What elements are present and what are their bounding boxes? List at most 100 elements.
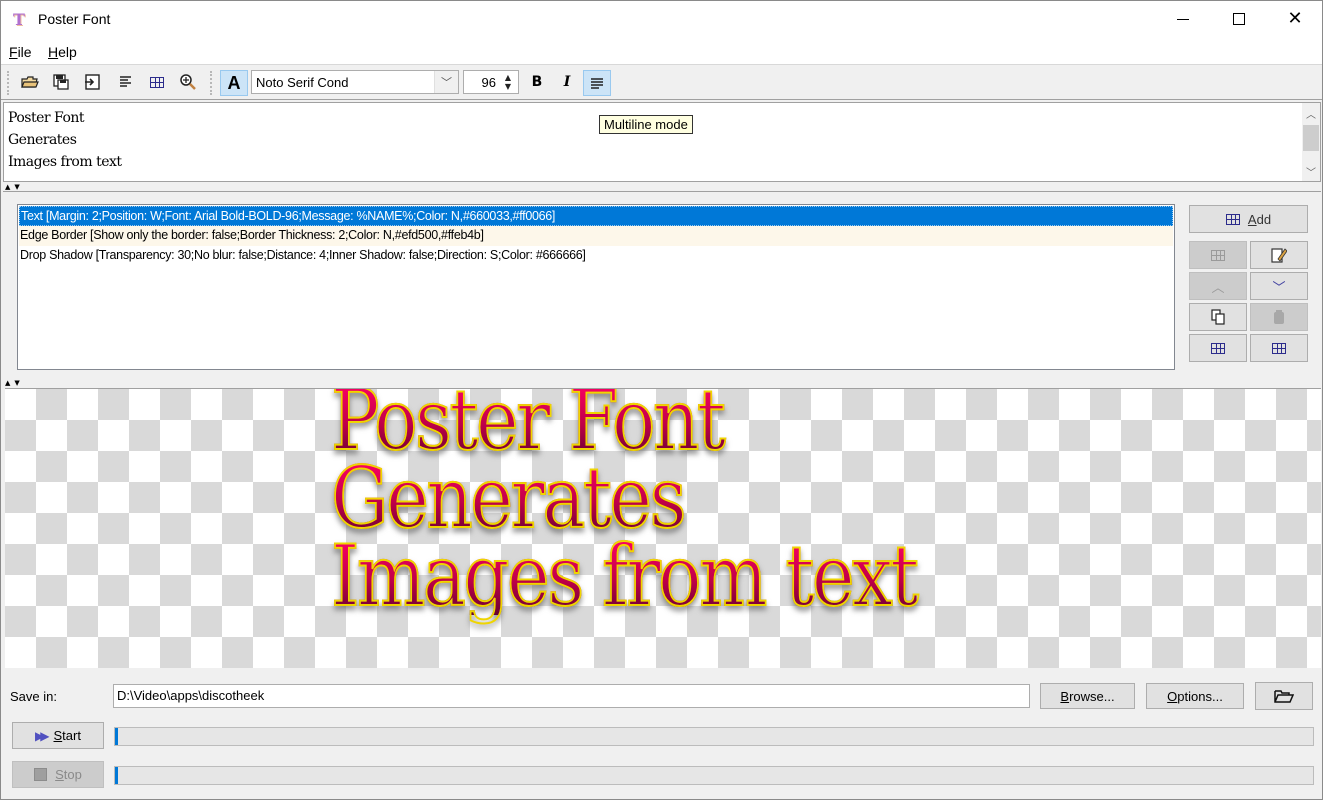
chevron-down-icon[interactable]: ﹀ [434,71,458,93]
insert-table-icon [150,76,164,88]
text-editor[interactable]: Poster Font Generates Images from text ︿… [3,102,1321,182]
move-up-button[interactable]: ︿ [1189,272,1247,300]
progress-fill [115,767,118,784]
menu-help-mnemonic: H [48,44,59,60]
move-down-button[interactable]: ﹀ [1250,272,1308,300]
scroll-up-icon[interactable]: ︿ [1302,104,1320,122]
editor-line: Images from text [8,154,122,170]
browse-button[interactable]: Browse... [1040,683,1135,709]
italic-button[interactable]: I [555,70,579,94]
toolbar: A Noto Serif Cond ﹀ 96 ▲ ▼ B I [1,65,1322,100]
maximize-button[interactable] [1211,1,1267,37]
font-size-stepper[interactable]: 96 ▲ ▼ [463,70,519,94]
poster-line: Generates [330,455,917,541]
progress-bar-secondary [114,766,1314,785]
insert-after-button[interactable] [1250,334,1308,362]
app-logo-icon: T [13,10,25,29]
window-title: Poster Font [38,11,111,27]
open-folder-button[interactable] [1255,682,1313,710]
tooltip: Multiline mode [599,115,693,134]
zoom-button[interactable] [176,70,200,94]
effect-row-edge-border[interactable]: Edge Border [Show only the border: false… [19,226,1173,246]
collapse-up-icon[interactable]: ▲ [5,379,14,387]
editor-text[interactable]: Poster Font Generates Images from text [8,107,122,173]
minimize-button[interactable] [1155,1,1211,37]
insert-after-icon [1272,342,1286,354]
effect-row-text[interactable]: Text [Margin: 2;Position: W;Font: Arial … [19,206,1173,226]
multiline-mode-toggle[interactable] [583,70,611,96]
export-icon [85,74,100,90]
collapse-down-icon[interactable]: ▼ [14,183,23,191]
multiline-icon [591,77,603,89]
chevron-up-icon: ︿ [1211,280,1225,296]
toolbar-grip[interactable] [7,71,9,95]
title-bar: T Poster Font ✕ [1,1,1322,39]
menu-file-mnemonic: F [9,44,18,60]
poster-line: Images from text [330,527,920,625]
paste-effect-button[interactable] [1250,303,1308,331]
preview-canvas: Poster Font Generates Images from text [5,388,1321,668]
maximize-icon [1233,13,1245,25]
minimize-icon [1177,18,1189,20]
align-left-icon [120,76,131,87]
chevron-down-icon: ﹀ [1272,280,1286,296]
editor-line: Poster Font [8,110,85,126]
font-letter-icon: A [227,72,241,93]
font-family-value: Noto Serif Cond [256,75,349,90]
splitter-handle[interactable]: ▲▼ [5,183,24,191]
effect-row-drop-shadow[interactable]: Drop Shadow [Transparency: 30;No blur: f… [19,246,1173,266]
zoom-icon [180,74,196,90]
bold-button[interactable]: B [525,70,549,94]
scroll-down-icon[interactable]: ﹀ [1302,162,1320,180]
open-icon [21,76,39,88]
effects-panel: Text [Margin: 2;Position: W;Font: Arial … [3,191,1321,384]
toolbar-grip[interactable] [210,71,212,95]
start-button[interactable]: ▶▶ Start [12,722,104,749]
open-button[interactable] [18,70,42,94]
scrollbar-thumb[interactable] [1303,125,1319,151]
collapse-down-icon[interactable]: ▼ [14,379,23,387]
stop-label: Stop [55,767,82,782]
delete-grid-icon [1211,249,1225,261]
save-in-field[interactable]: D:\Video\apps\discotheek [113,684,1030,708]
copy-icon [1211,309,1225,325]
stop-button[interactable]: Stop [12,761,104,788]
menu-help-label: elp [58,44,77,60]
splitter-handle[interactable]: ▲▼ [5,379,24,387]
poster-preview: Poster Font Generates Images from text [330,389,920,625]
options-button[interactable]: Options... [1146,683,1244,709]
edit-icon [1271,248,1287,263]
menu-help[interactable]: Help [48,44,77,60]
close-icon: ✕ [1287,8,1303,29]
menu-file[interactable]: File [9,44,32,60]
spin-arrows-icon[interactable]: ▲ ▼ [499,72,517,92]
editor-scrollbar[interactable]: ︿ ﹀ [1302,103,1320,181]
options-label: Options... [1167,688,1223,704]
insert-table-button[interactable] [145,70,169,94]
editor-line: Generates [8,132,77,148]
start-label: Start [53,728,81,743]
export-button[interactable] [80,70,104,94]
edit-effect-button[interactable] [1250,241,1308,269]
app-window: T Poster Font ✕ File Help A Noto Serif C… [0,0,1323,800]
insert-before-button[interactable] [1189,334,1247,362]
insert-before-icon [1211,342,1225,354]
save-in-label: Save in: [10,689,57,704]
save-icon [53,74,69,90]
font-color-toggle[interactable]: A [220,70,248,96]
add-effect-button[interactable]: Add [1189,205,1308,233]
progress-bar-main [114,727,1314,746]
add-grid-icon [1225,213,1240,225]
close-button[interactable]: ✕ [1267,1,1323,37]
font-family-select[interactable]: Noto Serif Cond ﹀ [251,70,459,94]
stop-icon [34,768,48,781]
browse-label: Browse... [1060,688,1115,704]
fast-forward-icon: ▶▶ [35,728,50,743]
delete-effect-button[interactable] [1189,241,1247,269]
effects-list[interactable]: Text [Margin: 2;Position: W;Font: Arial … [17,204,1175,370]
progress-fill [115,728,118,745]
align-left-button[interactable] [114,70,138,94]
copy-effect-button[interactable] [1189,303,1247,331]
save-button[interactable] [49,70,73,94]
collapse-up-icon[interactable]: ▲ [5,183,14,191]
